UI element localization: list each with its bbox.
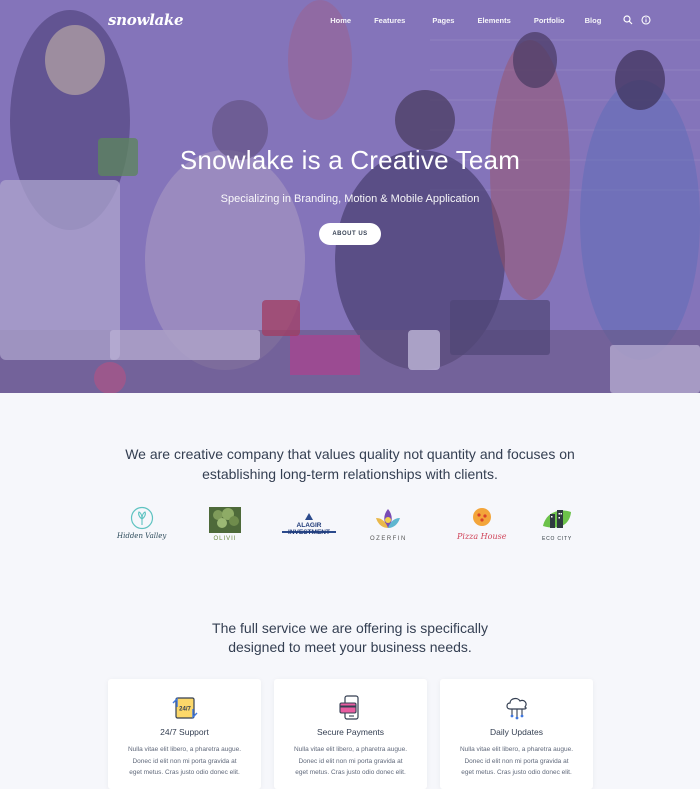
- client-name: OLIVII: [213, 536, 237, 542]
- service-card-updates: Daily Updates Nulla vitae elit libero, a…: [440, 679, 593, 789]
- service-card-text: Nulla vitae elit libero, a pharetra augu…: [274, 744, 427, 779]
- search-icon[interactable]: [623, 15, 633, 25]
- nav-item-home[interactable]: Home: [330, 16, 351, 25]
- client-name: ALAGIR INVESTMENT: [288, 522, 330, 536]
- nav-item-pages[interactable]: Pages: [432, 16, 454, 25]
- info-icon[interactable]: [641, 15, 651, 25]
- eco-city-logo: [543, 510, 571, 528]
- support-24-7-icon: 24/7: [172, 697, 197, 719]
- service-card-payments: Secure Payments Nulla vitae elit libero,…: [274, 679, 427, 789]
- service-card-line: eget metus. Cras justo odio donec elit.: [295, 769, 406, 776]
- intro-line: establishing long-term relationships wit…: [202, 466, 498, 482]
- nav-item-elements[interactable]: Elements: [477, 16, 510, 25]
- service-cards: 24/7 24/7 Support Nulla vitae elit liber…: [108, 679, 593, 789]
- service-card-title: 24/7 Support: [160, 727, 209, 737]
- client-logo-eco-city: ECO CITY: [540, 506, 574, 542]
- svg-text:24/7: 24/7: [179, 707, 191, 713]
- hidden-valley-logo: [130, 506, 153, 530]
- nav-item-blog[interactable]: Blog: [585, 16, 602, 25]
- brand-logo[interactable]: snowlake: [108, 11, 184, 29]
- pizza-house-logo: [472, 508, 491, 526]
- hero-content: Snowlake is a Creative Team Specializing…: [0, 145, 700, 245]
- service-card-support: 24/7 24/7 Support Nulla vitae elit liber…: [108, 679, 261, 789]
- nav-item-features[interactable]: Features: [374, 16, 405, 25]
- service-card-line: Donec id elit non mi porta gravida at: [132, 757, 237, 765]
- client-name: ECO CITY: [541, 536, 572, 542]
- hero-subtitle: Specializing in Branding, Motion & Mobil…: [220, 193, 480, 205]
- nav-item-portfolio[interactable]: Portfolio: [534, 16, 565, 25]
- client-logo-hidden-valley: Hidden Valley: [117, 506, 166, 540]
- service-card-line: Nulla vitae elit libero, a pharetra augu…: [127, 746, 242, 753]
- intro-text: We are creative company that values qual…: [0, 444, 700, 484]
- client-logo-pizza-house: Pizza House: [457, 506, 506, 541]
- about-us-button[interactable]: ABOUT US: [319, 223, 381, 245]
- services-heading-line: designed to meet your business needs.: [228, 639, 472, 655]
- service-card-text: Nulla vitae elit libero, a pharetra augu…: [440, 744, 593, 779]
- hero-title: Snowlake is a Creative Team: [179, 145, 521, 175]
- daily-updates-icon: [505, 697, 527, 720]
- service-card-line: Donec id elit non mi porta gravida at: [464, 757, 569, 765]
- client-name: Pizza House: [457, 532, 507, 541]
- service-card-line: Nulla vitae elit libero, a pharetra augu…: [459, 746, 574, 753]
- service-card-title: Secure Payments: [316, 727, 385, 737]
- intro-line: We are creative company that values qual…: [125, 446, 575, 462]
- hero-section: snowlake Home Features Pages Elements Po…: [0, 0, 700, 393]
- service-card-line: eget metus. Cras justo odio donec elit.: [461, 769, 572, 776]
- client-logo-ozerfin: OZERFIN: [370, 506, 407, 542]
- client-logos: Hidden Valley OLIVII ALAGIR INVESTMENT O…: [0, 506, 700, 551]
- client-logo-alagir: ALAGIR INVESTMENT: [280, 512, 338, 536]
- navbar: snowlake Home Features Pages Elements Po…: [0, 0, 700, 40]
- client-name: OZERFIN: [370, 536, 407, 542]
- service-card-title: Daily Updates: [490, 727, 543, 737]
- nav-links: Home Features Pages Elements Portfolio B…: [330, 16, 623, 25]
- service-card-text: Nulla vitae elit libero, a pharetra augu…: [108, 744, 261, 779]
- service-card-line: Nulla vitae elit libero, a pharetra augu…: [293, 746, 408, 753]
- secure-payments-icon: [338, 695, 359, 720]
- service-card-line: Donec id elit non mi porta gravida at: [298, 757, 403, 765]
- services-heading-line: The full service we are offering is spec…: [212, 620, 488, 636]
- olivii-logo: [209, 507, 241, 533]
- client-name: Hidden Valley: [117, 532, 167, 540]
- service-card-line: eget metus. Cras justo odio donec elit.: [129, 769, 240, 776]
- client-logo-olivii: OLIVII: [208, 506, 242, 542]
- services-heading: The full service we are offering is spec…: [0, 619, 700, 657]
- ozerfin-logo: [376, 509, 401, 528]
